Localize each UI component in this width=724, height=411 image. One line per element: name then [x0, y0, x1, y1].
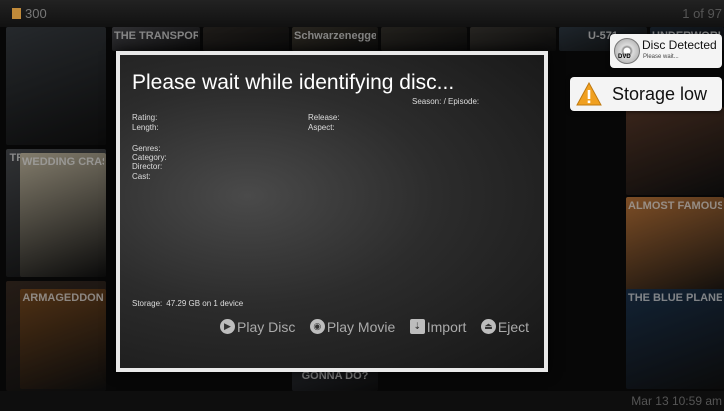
storage-value: 47.29 GB on 1 device	[166, 299, 244, 308]
disc-info-dialog: Please wait while identifying disc... Se…	[116, 51, 548, 372]
storage-low-notification[interactable]: Storage low	[570, 77, 722, 111]
play-disc-button[interactable]: ▶ Play Disc	[220, 319, 295, 335]
collection-icon	[12, 8, 21, 19]
disc-actions: ▶ Play Disc ◉ Play Movie ⇣ Import ⏏ Eject	[220, 319, 539, 339]
play-circle-icon: ▶	[220, 319, 235, 334]
disc-detected-notification[interactable]: DVD Disc Detected Please wait...	[610, 34, 722, 68]
disc-detected-title: Disc Detected	[642, 38, 717, 52]
aspect-label: Aspect:	[308, 123, 335, 132]
page-position: 1 of 97	[682, 6, 722, 21]
top-bar: 300 1 of 97	[0, 0, 724, 27]
import-icon: ⇣	[409, 319, 425, 334]
import-button[interactable]: ⇣ Import	[409, 319, 466, 335]
eject-button[interactable]: ⏏ Eject	[480, 319, 529, 335]
season-episode: Season: / Episode:	[412, 97, 480, 106]
release-label: Release:	[308, 113, 340, 122]
eject-icon: ⏏	[480, 319, 496, 334]
category-label: Category:	[132, 153, 167, 162]
length-label: Length:	[132, 123, 159, 132]
storage-low-title: Storage low	[612, 84, 708, 104]
cast-label: Cast:	[132, 172, 151, 181]
item-count: 300	[12, 6, 47, 21]
clock: Mar 13 10:59 am	[631, 394, 722, 408]
dvd-tag: DVD	[618, 54, 631, 60]
disc-detected-subtitle: Please wait...	[643, 54, 679, 60]
dialog-title: Please wait while identifying disc...	[132, 71, 455, 94]
play-movie-button[interactable]: ◉ Play Movie	[309, 319, 395, 335]
warning-triangle-icon	[576, 82, 602, 106]
storage-label: Storage:	[132, 299, 163, 308]
rating-label: Rating:	[132, 113, 158, 122]
film-reel-icon: ◉	[309, 319, 325, 334]
director-label: Director:	[132, 162, 163, 171]
storage-info: Storage: 47.29 GB on 1 device	[132, 299, 247, 308]
genres-label: Genres:	[132, 144, 161, 153]
dvd-disc-icon	[614, 38, 640, 64]
bottom-bar: Mar 13 10:59 am	[0, 391, 724, 411]
